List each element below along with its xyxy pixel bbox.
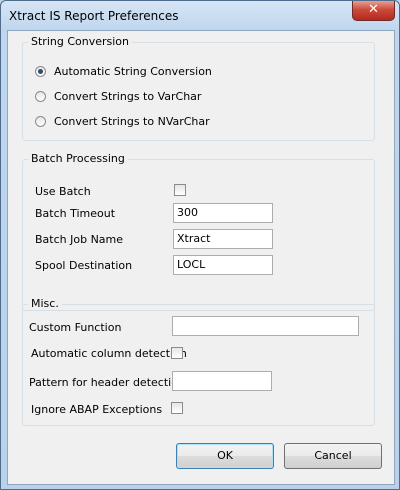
use-batch-checkbox[interactable] bbox=[174, 184, 186, 196]
batch-processing-title: Batch Processing bbox=[28, 152, 128, 165]
radio-button-checked[interactable] bbox=[35, 65, 46, 77]
cancel-button[interactable]: Cancel bbox=[284, 443, 382, 469]
batch-timeout-input[interactable]: 300 bbox=[173, 203, 273, 223]
ignore-abap-exceptions-checkbox[interactable] bbox=[171, 402, 183, 414]
auto-column-detection-label: Automatic column detection bbox=[31, 347, 187, 360]
custom-function-input[interactable] bbox=[172, 316, 359, 336]
dialog-client-area: String Conversion Automatic String Conve… bbox=[7, 30, 395, 485]
batch-job-name-input[interactable]: Xtract bbox=[173, 229, 273, 249]
radio-button[interactable] bbox=[35, 90, 46, 102]
batch-timeout-label: Batch Timeout bbox=[35, 207, 116, 220]
radio-button[interactable] bbox=[35, 115, 46, 127]
close-button[interactable]: ✕ bbox=[352, 1, 395, 21]
radio-convert-varchar[interactable]: Convert Strings to VarChar bbox=[35, 88, 201, 104]
radio-label: Convert Strings to NVarChar bbox=[54, 114, 210, 128]
radio-label: Automatic String Conversion bbox=[54, 64, 212, 78]
header-pattern-input[interactable] bbox=[172, 371, 272, 391]
ok-button[interactable]: OK bbox=[176, 443, 274, 469]
batch-job-name-label: Batch Job Name bbox=[35, 233, 124, 246]
title-bar[interactable]: Xtract IS Report Preferences ✕ bbox=[1, 1, 399, 31]
spool-destination-label: Spool Destination bbox=[35, 259, 133, 272]
use-batch-label: Use Batch bbox=[35, 185, 91, 198]
string-conversion-title: String Conversion bbox=[28, 35, 132, 48]
spool-destination-input[interactable]: LOCL bbox=[173, 255, 273, 275]
auto-column-detection-checkbox[interactable] bbox=[171, 347, 183, 359]
radio-convert-nvarchar[interactable]: Convert Strings to NVarChar bbox=[35, 113, 210, 129]
misc-title: Misc. bbox=[28, 297, 62, 310]
ignore-abap-exceptions-label: Ignore ABAP Exceptions bbox=[31, 403, 163, 416]
window-title: Xtract IS Report Preferences bbox=[9, 9, 179, 23]
dialog-window: Xtract IS Report Preferences ✕ String Co… bbox=[0, 0, 400, 490]
radio-automatic-string-conversion[interactable]: Automatic String Conversion bbox=[35, 63, 212, 79]
close-icon: ✕ bbox=[368, 2, 379, 17]
custom-function-label: Custom Function bbox=[29, 321, 122, 334]
radio-label: Convert Strings to VarChar bbox=[54, 89, 202, 103]
header-pattern-label: Pattern for header detection bbox=[29, 376, 185, 389]
